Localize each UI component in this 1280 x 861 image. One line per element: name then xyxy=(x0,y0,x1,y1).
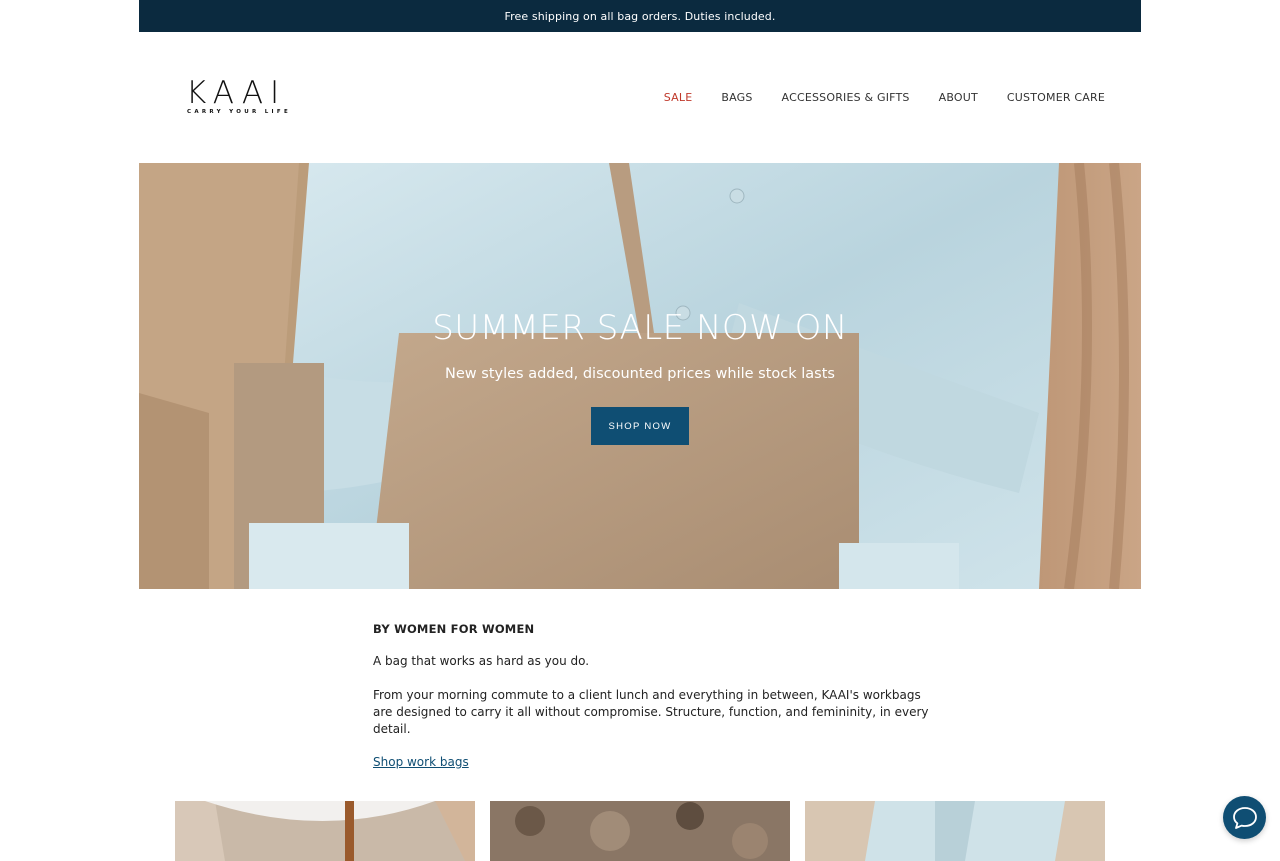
story-tagline: A bag that works as hard as you do. xyxy=(373,654,590,668)
product-image xyxy=(805,801,1105,861)
chat-button[interactable] xyxy=(1223,796,1266,839)
product-tile[interactable] xyxy=(175,801,475,861)
page: Free shipping on all bag orders. Duties … xyxy=(139,0,1141,861)
main-nav: SALE BAGS ACCESSORIES & GIFTS ABOUT CUST… xyxy=(664,91,1105,104)
product-image xyxy=(175,801,475,861)
story-section: BY WOMEN FOR WOMEN A bag that works as h… xyxy=(373,622,933,769)
story-body: From your morning commute to a client lu… xyxy=(373,688,929,736)
nav-item-about[interactable]: ABOUT xyxy=(939,91,978,104)
hero-subtitle: New styles added, discounted prices whil… xyxy=(445,366,835,382)
nav-item-bags[interactable]: BAGS xyxy=(721,91,752,104)
announcement-text: Free shipping on all bag orders. Duties … xyxy=(504,9,776,23)
announcement-bar: Free shipping on all bag orders. Duties … xyxy=(139,0,1141,32)
story-heading: BY WOMEN FOR WOMEN xyxy=(373,622,535,636)
hero-title: SUMMER SALE NOW ON xyxy=(432,308,848,348)
chat-bubble-icon xyxy=(1232,806,1257,829)
product-image xyxy=(490,801,790,861)
site-header: KAAI CARRY YOUR LIFE SALE BAGS ACCESSORI… xyxy=(139,32,1141,162)
nav-item-accessories-gifts[interactable]: ACCESSORIES & GIFTS xyxy=(782,91,910,104)
nav-item-customer-care[interactable]: CUSTOMER CARE xyxy=(1007,91,1105,104)
product-tile[interactable] xyxy=(805,801,1105,861)
brand-name: KAAI xyxy=(186,75,287,111)
shop-work-bags-link[interactable]: Shop work bags xyxy=(373,755,469,769)
hero-banner[interactable]: SUMMER SALE NOW ON New styles added, dis… xyxy=(139,163,1141,589)
product-tile[interactable] xyxy=(490,801,790,861)
nav-item-sale[interactable]: SALE xyxy=(664,91,693,104)
brand-logo[interactable]: KAAI CARRY YOUR LIFE xyxy=(186,76,292,118)
shop-now-button[interactable]: SHOP NOW xyxy=(591,407,689,445)
brand-tagline: CARRY YOUR LIFE xyxy=(187,109,292,115)
